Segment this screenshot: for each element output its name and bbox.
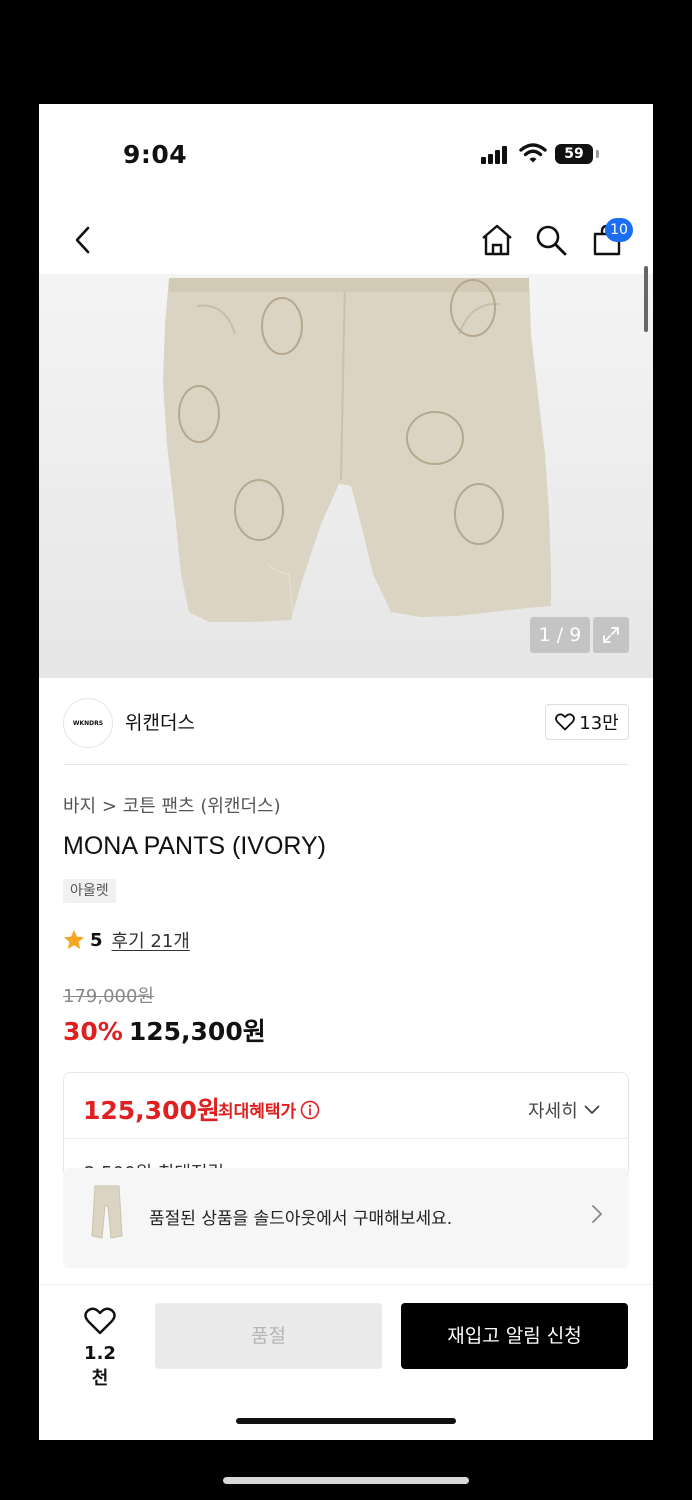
breadcrumb[interactable]: 바지 > 코튼 팬츠 (위캔더스): [63, 792, 281, 818]
rating-score: 5: [90, 929, 103, 951]
cart-count-badge: 10: [605, 218, 633, 242]
status-time: 9:04: [123, 140, 188, 169]
brand-like-count: 13만: [579, 713, 619, 734]
max-benefit-text: 최대혜택가: [218, 1102, 297, 1122]
brand-row[interactable]: WKNDRS 위캔더스 13만: [39, 678, 653, 764]
search-button[interactable]: [533, 222, 569, 258]
outer-home-indicator: [223, 1477, 469, 1484]
brand-logo: WKNDRS: [63, 698, 113, 748]
search-icon: [536, 225, 567, 256]
chevron-left-icon: [75, 226, 90, 254]
brand-like-button[interactable]: 13만: [545, 704, 629, 740]
back-button[interactable]: [65, 222, 101, 258]
battery-cap: [596, 150, 599, 158]
benefit-detail-label: 자세히: [528, 1101, 578, 1122]
expand-icon: [603, 627, 619, 643]
home-button[interactable]: [479, 222, 515, 258]
top-navigation: [39, 214, 653, 274]
image-counter: 1 / 9: [530, 617, 590, 653]
battery-level: 59: [555, 144, 593, 164]
restock-alert-button[interactable]: 재입고 알림 신청: [401, 1303, 628, 1369]
expand-image-button[interactable]: [593, 617, 629, 653]
cellular-signal-icon: [481, 146, 507, 164]
sale-price-row: 30% 125,300원: [63, 1012, 266, 1048]
wifi-icon: [519, 143, 547, 163]
info-icon: [300, 1100, 320, 1119]
benefit-divider: [64, 1138, 628, 1139]
benefit-detail-toggle[interactable]: 자세히: [528, 1097, 600, 1123]
scroll-indicator: [644, 266, 648, 332]
chevron-right-icon: [592, 1205, 603, 1223]
wish-count: 1.2천: [84, 1343, 116, 1389]
product-title: MONA PANTS (IVORY): [63, 832, 327, 860]
chevron-down-icon: [584, 1105, 600, 1115]
sale-price: 125,300원: [128, 1017, 266, 1046]
heart-icon: [555, 713, 576, 731]
soldout-banner[interactable]: 품절된 상품을 솔드아웃에서 구매해보세요.: [63, 1168, 629, 1268]
original-price: 179,000원: [63, 986, 154, 1007]
max-benefit-price: 125,300원: [83, 1096, 220, 1125]
soldout-banner-text: 품절된 상품을 솔드아웃에서 구매해보세요.: [149, 1209, 453, 1229]
review-link[interactable]: 후기 21개: [112, 927, 190, 953]
product-thumbnail: [91, 1185, 123, 1239]
heart-icon: [84, 1307, 116, 1335]
bottom-action-bar: 1.2천 품절 재입고 알림 신청: [39, 1284, 653, 1440]
wish-button[interactable]: 1.2천: [77, 1307, 123, 1390]
phone-screen: 9:04 59 10 1 / 9 WKNDRS 위캔더스 13만 바지 > 코튼…: [39, 104, 653, 1440]
outlet-tag: 아울렛: [63, 879, 116, 903]
soldout-button: 품절: [155, 1303, 382, 1369]
brand-name[interactable]: 위캔더스: [125, 708, 195, 735]
divider: [63, 764, 629, 765]
max-benefit-label[interactable]: 최대혜택가: [218, 1097, 320, 1122]
star-icon: [64, 930, 84, 949]
discount-rate: 30%: [63, 1017, 123, 1046]
status-bar: 9:04 59: [39, 104, 653, 204]
home-icon: [482, 224, 512, 256]
home-indicator: [236, 1418, 456, 1424]
rating-row: 5 후기 21개: [63, 927, 190, 953]
